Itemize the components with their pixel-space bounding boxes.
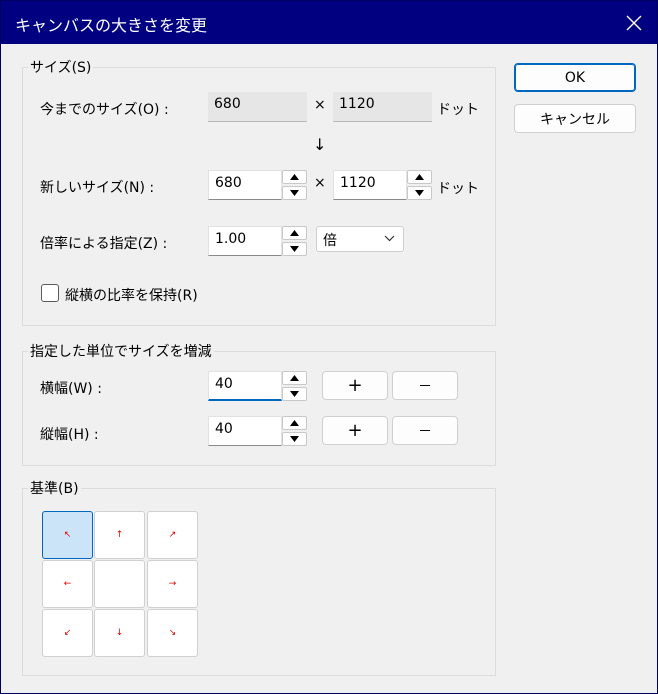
new-width-input[interactable]: 680 <box>208 170 282 200</box>
triangle-down-icon <box>290 391 299 397</box>
close-icon <box>626 15 642 30</box>
ratio-unit-value: 倍 <box>323 233 337 249</box>
current-unit-label: ドット <box>437 102 479 118</box>
current-width-field: 680 <box>208 92 307 122</box>
resize-canvas-dialog: キャンバスの大きさを変更 OK キャンセル サイズ(S) 今までのサイズ(O) … <box>0 0 658 694</box>
new-height-spinner[interactable] <box>407 170 432 200</box>
spin-up-button[interactable] <box>282 371 307 385</box>
cancel-button[interactable]: キャンセル <box>514 104 636 133</box>
new-width-spinner[interactable] <box>282 170 307 200</box>
arrow-down-icon: ↓ <box>115 627 124 638</box>
anchor-left[interactable]: ← <box>42 560 93 608</box>
triangle-down-icon <box>415 190 424 196</box>
width-step-spinner[interactable] <box>282 371 307 401</box>
height-plus-button[interactable]: + <box>322 416 388 445</box>
width-step-input[interactable]: 40 <box>208 371 282 401</box>
triangle-down-icon <box>290 246 299 252</box>
new-unit-label: ドット <box>437 181 479 197</box>
keep-aspect-label[interactable]: 縦横の比率を保持(R) <box>65 285 198 305</box>
current-height-field: 1120 <box>333 92 432 122</box>
ratio-input[interactable]: 1.00 <box>208 226 282 256</box>
spin-up-button[interactable] <box>282 170 307 184</box>
increment-group <box>22 351 496 466</box>
spin-up-button[interactable] <box>282 416 307 430</box>
anchor-center[interactable] <box>94 560 145 608</box>
triangle-up-icon <box>290 174 299 180</box>
title-bar[interactable]: キャンバスの大きさを変更 <box>1 1 657 44</box>
triangle-up-icon <box>290 420 299 426</box>
arrow-up-left-icon: ↖ <box>63 529 72 540</box>
width-plus-button[interactable]: + <box>322 371 388 400</box>
anchor-top-right[interactable]: ↗ <box>147 511 198 559</box>
chevron-down-icon <box>384 235 395 242</box>
increment-group-legend: 指定した単位でサイズを増減 <box>28 341 214 361</box>
anchor-bottom-right[interactable]: ↘ <box>147 609 198 657</box>
spin-down-button[interactable] <box>282 387 307 401</box>
spin-up-button[interactable] <box>282 226 307 240</box>
ok-button[interactable]: OK <box>514 63 636 92</box>
triangle-up-icon <box>290 375 299 381</box>
width-step-label: 横幅(W) : <box>40 381 102 397</box>
arrow-down-right-icon: ↘ <box>168 627 177 638</box>
anchor-right[interactable]: → <box>147 560 198 608</box>
down-arrow: ↓ <box>313 135 327 154</box>
spin-down-button[interactable] <box>282 432 307 446</box>
triangle-up-icon <box>290 230 299 236</box>
ratio-unit-select[interactable]: 倍 <box>316 226 404 252</box>
dialog-title: キャンバスの大きさを変更 <box>15 16 208 35</box>
arrow-right-icon: → <box>168 578 177 589</box>
new-height-input[interactable]: 1120 <box>333 170 407 200</box>
current-size-label: 今までのサイズ(O) : <box>40 102 169 118</box>
ratio-spinner[interactable] <box>282 226 307 256</box>
anchor-bottom[interactable]: ↓ <box>94 609 145 657</box>
arrow-down-left-icon: ↙ <box>63 627 72 638</box>
height-step-label: 縦幅(H) : <box>40 427 99 443</box>
times-sign: × <box>314 97 326 113</box>
spin-up-button[interactable] <box>407 170 432 184</box>
arrow-up-icon: ↑ <box>115 529 124 540</box>
new-size-label: 新しいサイズ(N) : <box>40 180 155 196</box>
anchor-top-left[interactable]: ↖ <box>42 511 93 559</box>
close-button[interactable] <box>611 1 657 44</box>
keep-aspect-checkbox[interactable] <box>41 284 59 302</box>
arrow-left-icon: ← <box>63 578 72 589</box>
arrow-up-right-icon: ↗ <box>168 529 177 540</box>
anchor-bottom-left[interactable]: ↙ <box>42 609 93 657</box>
width-minus-button[interactable]: － <box>392 371 458 400</box>
triangle-up-icon <box>415 174 424 180</box>
spin-down-button[interactable] <box>282 242 307 256</box>
times-sign-2: × <box>314 175 326 191</box>
anchor-top[interactable]: ↑ <box>94 511 145 559</box>
spin-down-button[interactable] <box>282 186 307 200</box>
height-step-input[interactable]: 40 <box>208 416 282 446</box>
ratio-label: 倍率による指定(Z) : <box>40 236 168 252</box>
triangle-down-icon <box>290 436 299 442</box>
height-minus-button[interactable]: － <box>392 416 458 445</box>
height-step-spinner[interactable] <box>282 416 307 446</box>
triangle-down-icon <box>290 190 299 196</box>
anchor-group-legend: 基準(B) <box>28 478 81 498</box>
spin-down-button[interactable] <box>407 186 432 200</box>
size-group-legend: サイズ(S) <box>28 57 94 77</box>
